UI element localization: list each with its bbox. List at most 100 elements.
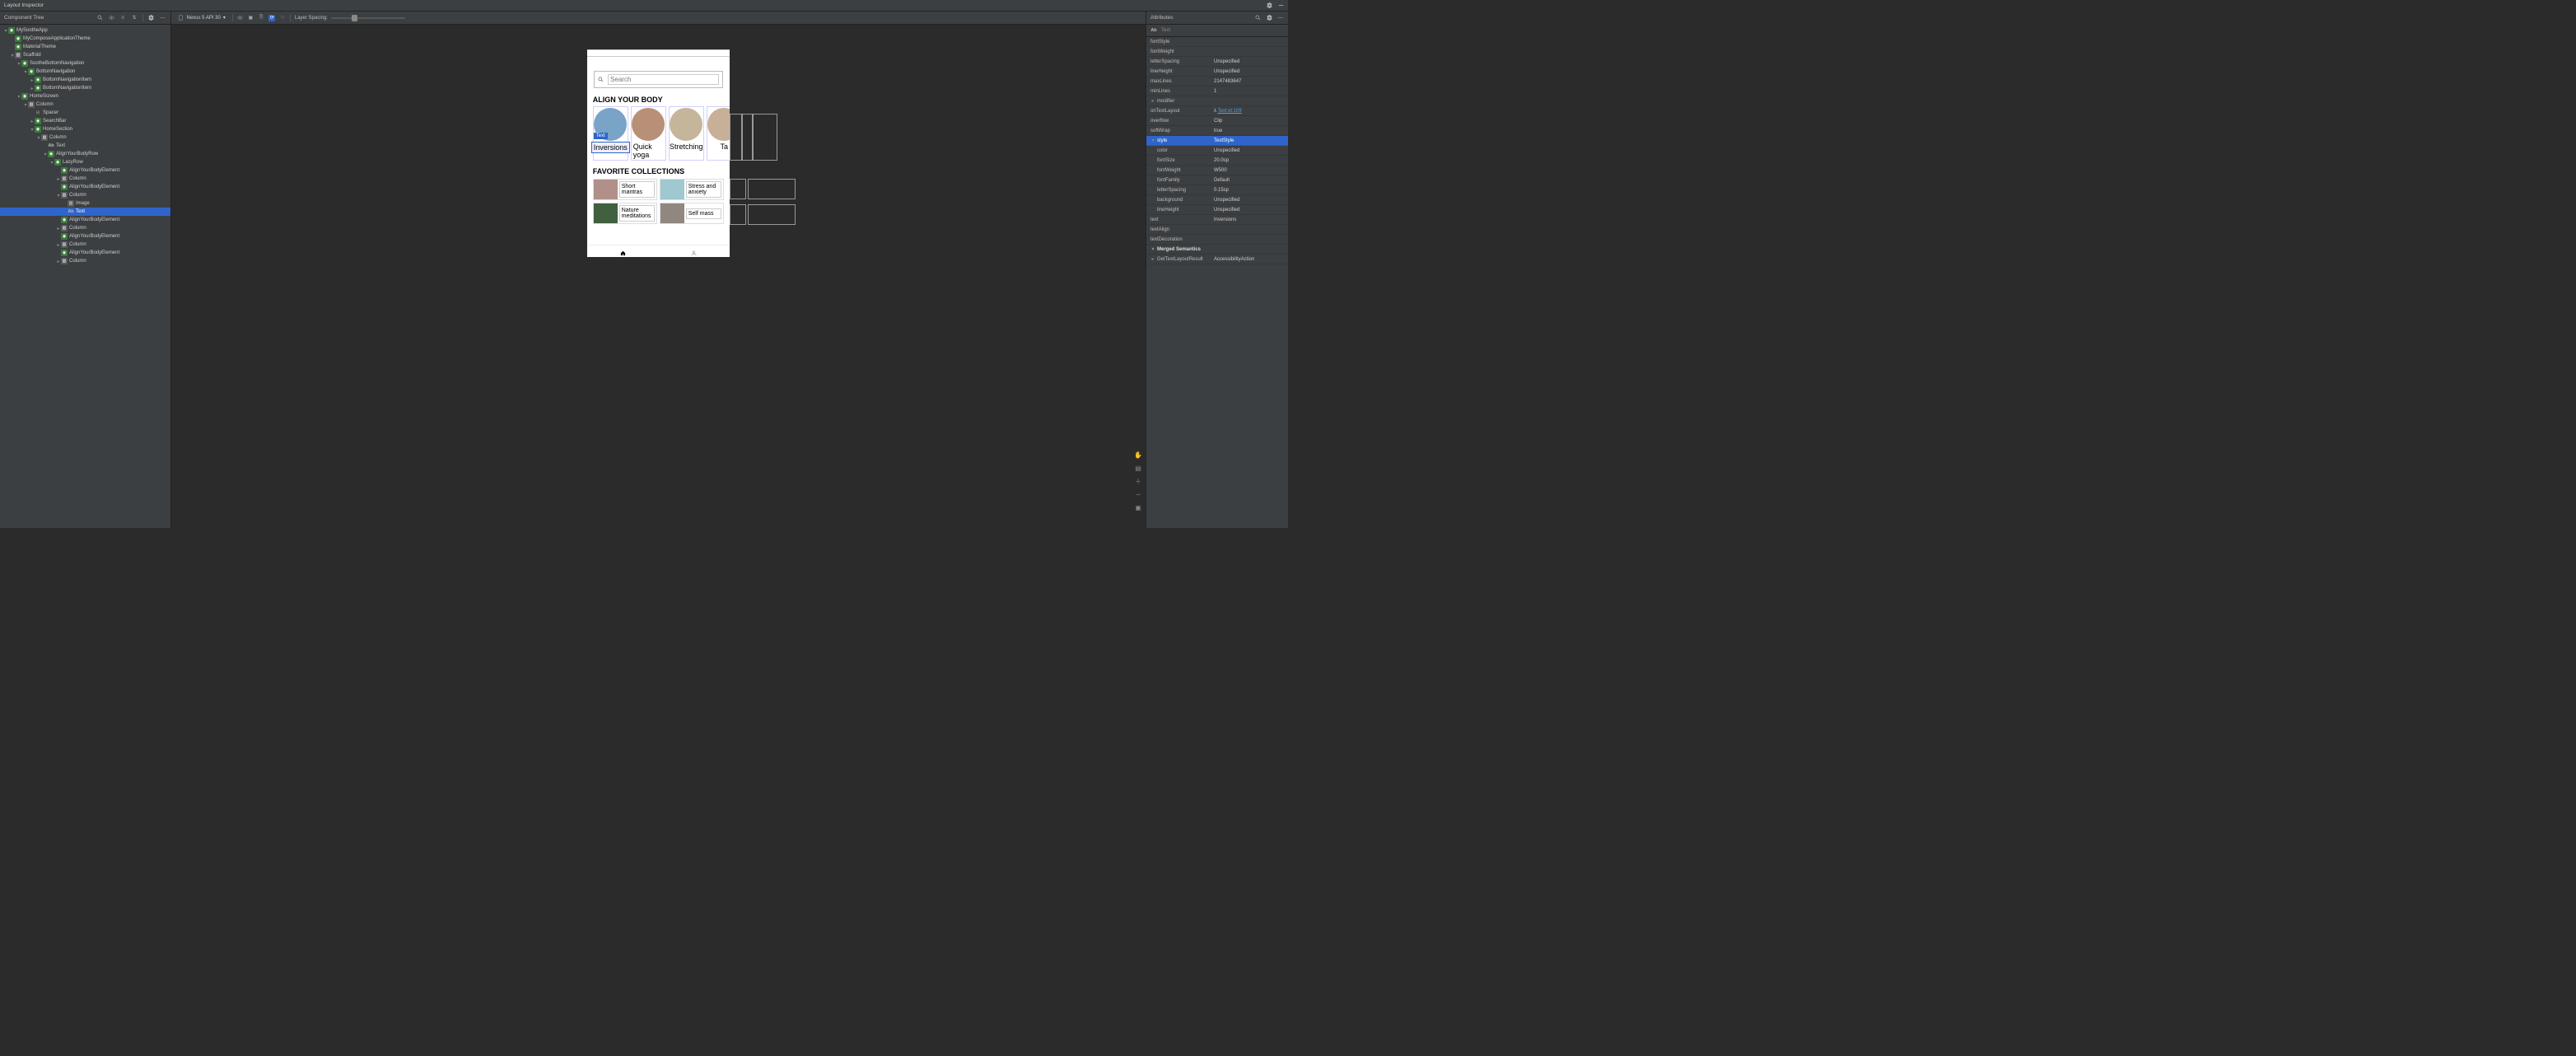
source-link[interactable]: Text.kt:109 bbox=[1218, 109, 1242, 114]
img-icon: ▨ bbox=[68, 200, 74, 207]
tree-label: Column bbox=[49, 135, 67, 140]
tree-row[interactable]: ▾◉MySootheApp bbox=[0, 26, 170, 35]
refresh-icon[interactable]: ↻ bbox=[279, 15, 286, 21]
canvas[interactable]: ALIGN YOUR BODY Inversions Quick yoga St… bbox=[171, 25, 1146, 528]
col-icon: ▥ bbox=[61, 258, 68, 264]
attr-row[interactable]: fontStyle bbox=[1146, 37, 1288, 47]
tree-row[interactable]: ▾◉BottomNavigation bbox=[0, 68, 170, 76]
tree-row[interactable]: ▾◉HomeScreen bbox=[0, 92, 170, 100]
attr-row[interactable]: softWraptrue bbox=[1146, 126, 1288, 136]
attr-row[interactable]: onTextLayoutλ Text.kt:109 bbox=[1146, 106, 1288, 116]
attributes-list[interactable]: fontStylefontWeightletterSpacingUnspecif… bbox=[1146, 37, 1288, 528]
comp-icon: ◉ bbox=[61, 184, 68, 190]
tree-row[interactable]: ◉AlignYourBodyElement bbox=[0, 216, 170, 224]
attr-row[interactable]: fontFamilyDefault bbox=[1146, 175, 1288, 185]
gear-icon[interactable] bbox=[148, 15, 155, 21]
expand-arrow[interactable]: ▾ bbox=[1150, 138, 1155, 143]
expand-arrow[interactable]: ▸ bbox=[1150, 256, 1155, 262]
visibility-icon[interactable] bbox=[108, 15, 114, 21]
attr-row[interactable]: minLines1 bbox=[1146, 86, 1288, 96]
zoom-in-icon[interactable]: ＋ bbox=[1134, 477, 1142, 485]
expand-arrow[interactable]: ▾ bbox=[1150, 246, 1155, 252]
component-tree[interactable]: ▾◉MySootheApp◉MyComposeApplicationTheme◉… bbox=[0, 25, 170, 528]
attr-row[interactable]: maxLines2147483647 bbox=[1146, 77, 1288, 86]
tree-row[interactable]: ◉MaterialTheme bbox=[0, 43, 170, 51]
tree-row[interactable]: AbText bbox=[0, 208, 170, 216]
collapse-icon[interactable]: ≡ bbox=[119, 15, 126, 21]
live-updates-icon[interactable]: ⟳ bbox=[268, 15, 275, 21]
tree-row[interactable]: ▾◉AlignYourBodyRow bbox=[0, 150, 170, 158]
tree-row[interactable]: ▾◉HomeSection bbox=[0, 125, 170, 133]
tree-row[interactable]: ▸◉BottomNavigationItem bbox=[0, 76, 170, 84]
gear-icon[interactable] bbox=[1266, 2, 1272, 9]
tree-row[interactable]: ▨Image bbox=[0, 199, 170, 208]
tree-row[interactable]: ▾◉LazyRow bbox=[0, 158, 170, 166]
layers-icon[interactable]: ▤ bbox=[1134, 464, 1142, 472]
tree-row[interactable]: ◉AlignYourBodyElement bbox=[0, 232, 170, 241]
attr-value: λ Text.kt:109 bbox=[1214, 109, 1284, 114]
tree-label: MaterialTheme bbox=[23, 44, 56, 49]
tree-row[interactable]: ▾▥Column bbox=[0, 100, 170, 109]
pan-icon[interactable]: ✋ bbox=[1134, 451, 1142, 459]
app-title: Layout Inspector bbox=[4, 2, 44, 8]
layer-spacing-slider[interactable] bbox=[331, 17, 405, 19]
attr-row[interactable]: ▸modifier bbox=[1146, 96, 1288, 106]
minimize-icon[interactable] bbox=[1277, 2, 1284, 9]
tree-row[interactable]: ▸◉SearchBar bbox=[0, 117, 170, 125]
tree-row[interactable]: AbText bbox=[0, 142, 170, 150]
attr-type-row: Ab Text bbox=[1146, 25, 1288, 37]
expand-arrow[interactable]: ▸ bbox=[1150, 98, 1155, 104]
tree-label: Column bbox=[69, 259, 86, 264]
attr-row[interactable]: backgroundUnspecified bbox=[1146, 195, 1288, 205]
tree-row[interactable]: ▾▥Column bbox=[0, 133, 170, 142]
col-icon: ▥ bbox=[28, 101, 35, 108]
tree-row[interactable]: ◉MyComposeApplicationTheme bbox=[0, 35, 170, 43]
gear-icon[interactable] bbox=[1266, 15, 1272, 21]
tree-row[interactable]: ▾◉SootheBottomNavigation bbox=[0, 59, 170, 68]
search-icon[interactable] bbox=[1254, 15, 1261, 21]
tree-row[interactable]: ⊟Spacer bbox=[0, 109, 170, 117]
tree-row[interactable]: ▾▥Scaffold bbox=[0, 51, 170, 59]
tree-row[interactable]: ▸▥Column bbox=[0, 224, 170, 232]
fav-label: Stress and anxiety bbox=[686, 181, 721, 198]
attr-row[interactable]: ▾styleTextStyle bbox=[1146, 136, 1288, 146]
search-icon[interactable] bbox=[96, 15, 103, 21]
tree-row[interactable]: ▸◉BottomNavigationItem bbox=[0, 84, 170, 92]
attr-row[interactable]: letterSpacing0.15sp bbox=[1146, 185, 1288, 195]
attr-row[interactable]: fontWeightW500 bbox=[1146, 166, 1288, 175]
attr-key: textAlign bbox=[1150, 227, 1214, 232]
attr-row[interactable]: colorUnspecified bbox=[1146, 146, 1288, 156]
attr-row[interactable]: textDecoration bbox=[1146, 235, 1288, 245]
tree-label: AlignYourBodyElement bbox=[69, 250, 119, 255]
zoom-out-icon[interactable]: － bbox=[1134, 490, 1142, 498]
attr-row[interactable]: textAlign bbox=[1146, 225, 1288, 235]
tree-row[interactable]: ◉AlignYourBodyElement bbox=[0, 249, 170, 257]
tree-row[interactable]: ▾▥Column bbox=[0, 191, 170, 199]
attr-row[interactable]: ▾Merged Semantics bbox=[1146, 245, 1288, 255]
visibility-icon[interactable] bbox=[236, 15, 243, 21]
attr-row[interactable]: letterSpacingUnspecified bbox=[1146, 57, 1288, 67]
profile-icon bbox=[691, 250, 698, 256]
attr-row[interactable]: ▸GetTextLayoutResultAccessibilityAction bbox=[1146, 255, 1288, 264]
zoom-fit-icon[interactable]: ▣ bbox=[1134, 503, 1142, 512]
minimize-icon[interactable]: — bbox=[1277, 15, 1284, 21]
device-selector[interactable]: Nexus 5 API 30 ▾ bbox=[175, 14, 228, 22]
tree-label: Image bbox=[76, 201, 90, 206]
snapshot-icon[interactable]: ▣ bbox=[247, 15, 254, 21]
minimize-icon[interactable]: — bbox=[160, 15, 166, 21]
attr-row[interactable]: lineHeightUnspecified bbox=[1146, 67, 1288, 77]
tree-row[interactable]: ▸▥Column bbox=[0, 257, 170, 265]
export-icon[interactable]: ⎘ bbox=[258, 15, 264, 21]
tree-label: SearchBar bbox=[43, 119, 66, 124]
tree-row[interactable]: ▸▥Column bbox=[0, 241, 170, 249]
attr-row[interactable]: overflowClip bbox=[1146, 116, 1288, 126]
tree-label: AlignYourBodyElement bbox=[69, 234, 119, 239]
tree-row[interactable]: ▸▥Column bbox=[0, 175, 170, 183]
tree-row[interactable]: ◉AlignYourBodyElement bbox=[0, 166, 170, 175]
attr-row[interactable]: fontSize20.0sp bbox=[1146, 156, 1288, 166]
attr-row[interactable]: lineHeightUnspecified bbox=[1146, 205, 1288, 215]
attr-row[interactable]: fontWeight bbox=[1146, 47, 1288, 57]
tree-row[interactable]: ◉AlignYourBodyElement bbox=[0, 183, 170, 191]
attr-row[interactable]: textInversions bbox=[1146, 215, 1288, 225]
filter-icon[interactable]: ⇅ bbox=[131, 15, 138, 21]
